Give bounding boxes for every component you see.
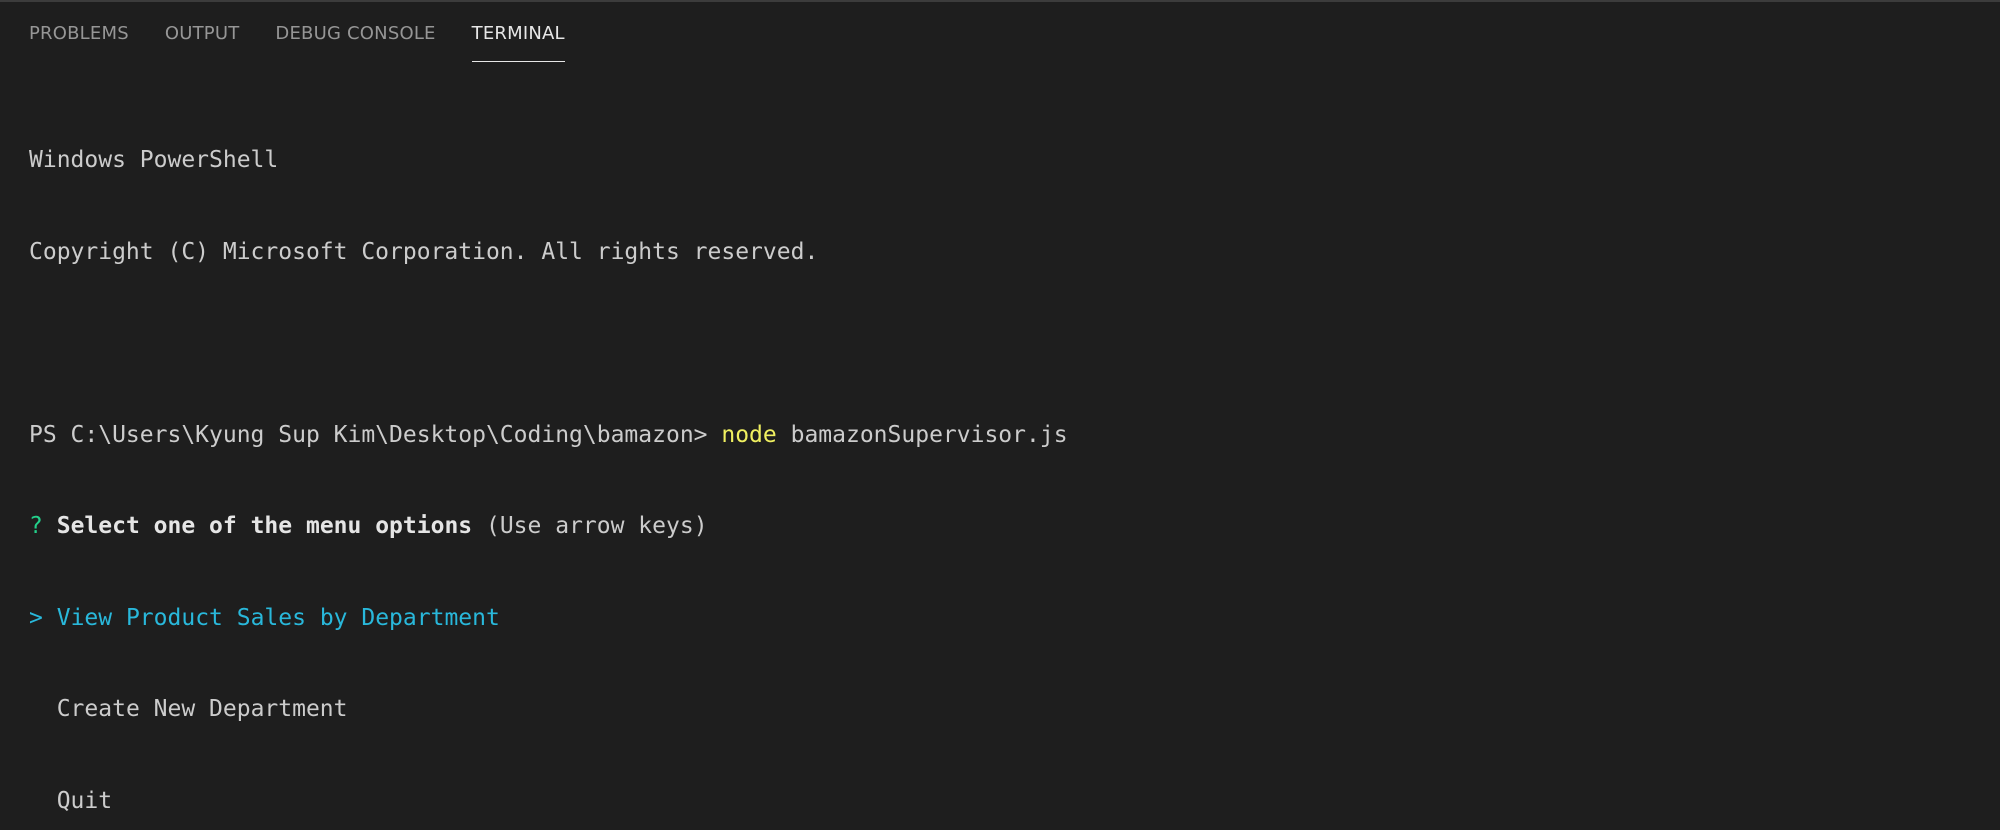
- menu-item-label: Create New Department: [56, 696, 348, 722]
- menu-item-selected[interactable]: > View Product Sales by Department: [29, 603, 1980, 634]
- tab-debug-console[interactable]: DEBUG CONSOLE: [275, 22, 435, 62]
- terminal-panel: PROBLEMS OUTPUT DEBUG CONSOLE TERMINAL W…: [0, 0, 2000, 814]
- menu-item-label: View Product Sales by Department: [56, 604, 500, 631]
- tab-output[interactable]: OUTPUT: [165, 22, 240, 62]
- command-keyword: node: [721, 421, 777, 448]
- tab-terminal[interactable]: TERMINAL: [471, 22, 565, 62]
- shell-prompt: PS C:\Users\Kyung Sup Kim\Desktop\Coding…: [29, 421, 722, 448]
- question-line: ? Select one of the menu options (Use ar…: [29, 511, 1980, 542]
- menu-pointer-icon: >: [29, 604, 43, 631]
- question-mark-icon: ?: [29, 513, 43, 539]
- tab-problems[interactable]: PROBLEMS: [29, 22, 129, 62]
- banner-line-1: Windows PowerShell: [29, 147, 279, 173]
- question-hint: (Use arrow keys): [472, 513, 708, 539]
- question-text: Select one of the menu options: [56, 513, 473, 539]
- command-args: bamazonSupervisor.js: [776, 421, 1068, 448]
- panel-tabs: PROBLEMS OUTPUT DEBUG CONSOLE TERMINAL: [29, 22, 601, 62]
- banner-line-2: Copyright (C) Microsoft Corporation. All…: [29, 238, 819, 265]
- terminal-output[interactable]: Windows PowerShell Copyright (C) Microso…: [29, 84, 1980, 814]
- command-line: PS C:\Users\Kyung Sup Kim\Desktop\Coding…: [29, 420, 1980, 451]
- menu-item[interactable]: Create New Department: [29, 694, 1980, 725]
- menu-item[interactable]: Quit: [29, 786, 1980, 817]
- menu-item-label: Quit: [56, 787, 113, 814]
